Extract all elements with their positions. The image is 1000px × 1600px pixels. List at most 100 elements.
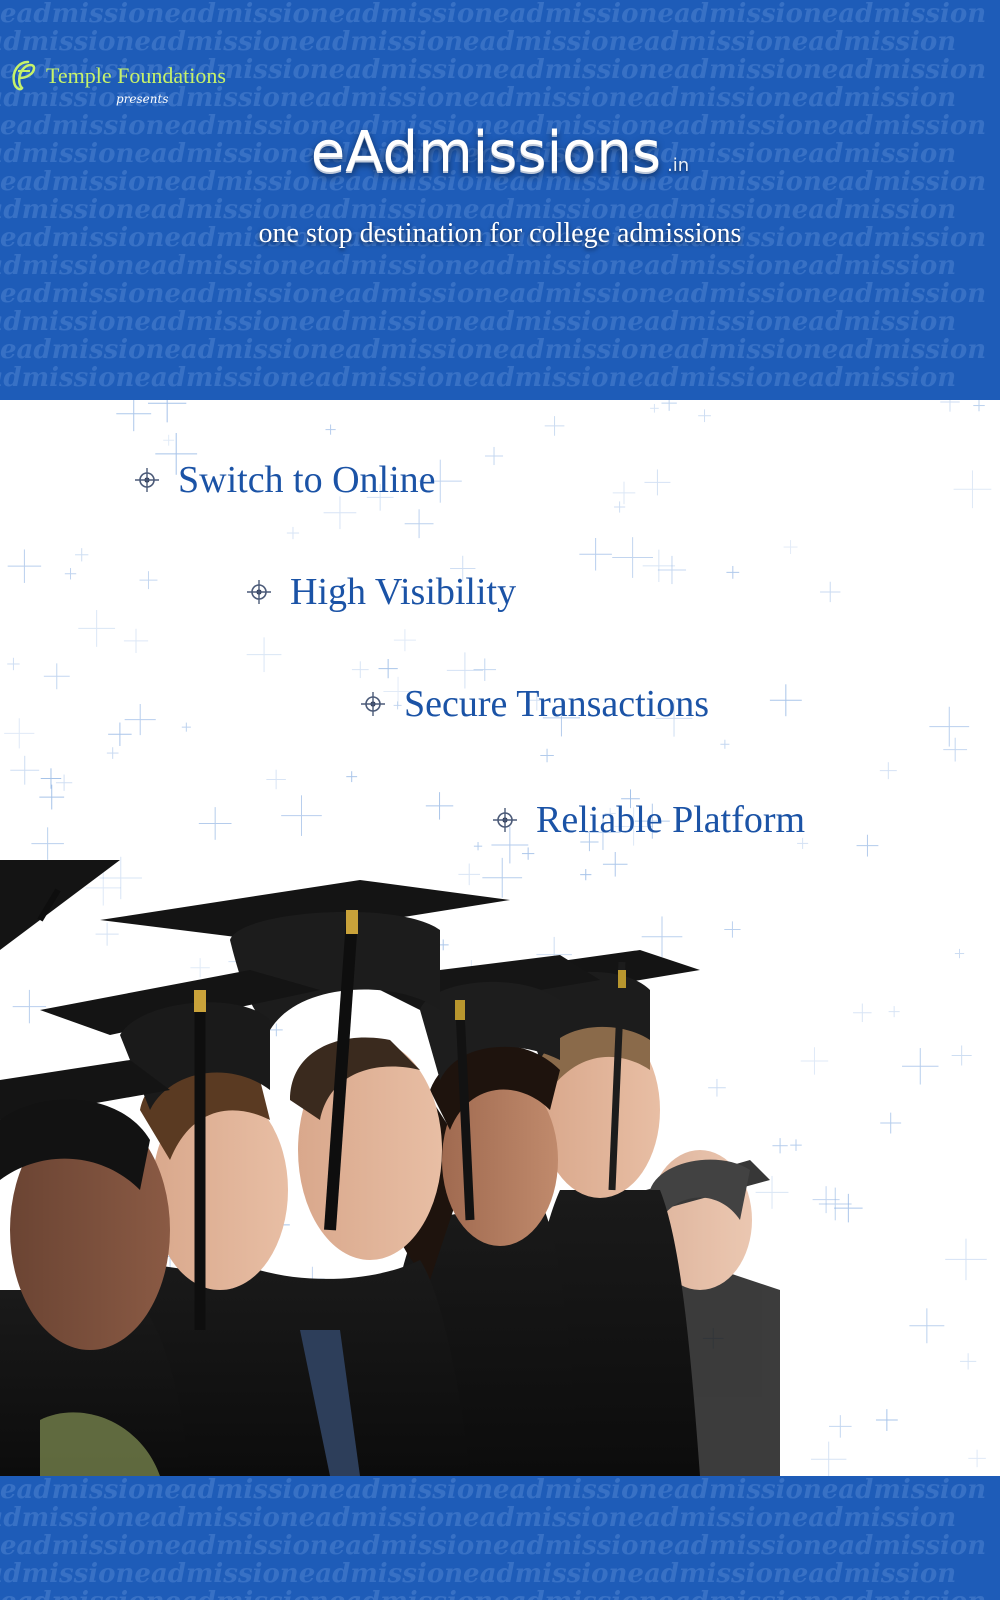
sparkle bbox=[856, 834, 879, 857]
sparkle bbox=[10, 755, 40, 785]
pattern-text: eadmissioneadmissioneadmissioneadmission… bbox=[0, 307, 957, 337]
feature-label: Reliable Platform bbox=[536, 799, 806, 841]
footer-banner: eadmissioneadmissioneadmissioneadmission… bbox=[0, 1476, 1000, 1600]
crosshair-bullet-icon bbox=[361, 692, 385, 716]
sparkle bbox=[31, 827, 64, 860]
sparkle bbox=[7, 657, 20, 671]
sparkle bbox=[124, 704, 156, 736]
header-banner: eadmissioneadmissioneadmissioneadmission… bbox=[0, 0, 1000, 400]
sparkle bbox=[378, 659, 398, 679]
sparkle bbox=[657, 555, 687, 585]
feature-item-high-visibility: High Visibility bbox=[246, 570, 516, 614]
sparkle bbox=[75, 548, 89, 562]
sparkle bbox=[818, 1187, 852, 1221]
sparkle bbox=[540, 748, 554, 763]
sparkle bbox=[820, 581, 841, 603]
sparkle bbox=[181, 722, 191, 732]
sparkle bbox=[64, 568, 77, 580]
sparkle bbox=[875, 1409, 898, 1431]
pattern-text: eadmissioneadmissioneadmissioneadmission… bbox=[0, 335, 987, 365]
sparkle bbox=[902, 1048, 939, 1085]
footer-pattern: eadmissioneadmissioneadmissioneadmission… bbox=[0, 1476, 1000, 1600]
pattern-text: eadmissioneadmissioneadmissioneadmission… bbox=[0, 1531, 987, 1561]
sparkle bbox=[78, 610, 116, 647]
sparkle bbox=[579, 537, 612, 571]
presents-text: presents bbox=[116, 92, 169, 106]
pattern-text: eadmissioneadmissioneadmissioneadmission… bbox=[0, 251, 957, 281]
brand-tld: .in bbox=[667, 155, 690, 176]
feature-label: High Visibility bbox=[290, 571, 517, 613]
feature-label: Switch to Online bbox=[178, 459, 436, 501]
crosshair-bullet-icon bbox=[247, 580, 271, 604]
sparkle bbox=[954, 948, 965, 959]
feature-item-secure-transactions: Secure Transactions bbox=[360, 682, 709, 726]
sparkle bbox=[853, 1003, 872, 1023]
sparkle bbox=[404, 509, 434, 539]
sparkle bbox=[783, 540, 798, 554]
sparkle bbox=[726, 565, 740, 579]
sparkle bbox=[879, 762, 897, 780]
sparkle bbox=[393, 629, 416, 652]
sparkle bbox=[198, 807, 232, 840]
feature-item-reliable-platform: Reliable Platform bbox=[492, 798, 805, 842]
sparkle bbox=[246, 637, 282, 673]
sparkle bbox=[521, 847, 535, 860]
pattern-text: eadmissioneadmissioneadmissioneadmission… bbox=[0, 1503, 957, 1533]
crosshair-bullet-icon bbox=[135, 468, 159, 492]
pattern-text: eadmissioneadmissioneadmissioneadmission… bbox=[0, 279, 987, 309]
sparkle bbox=[55, 774, 73, 791]
sparkle bbox=[698, 409, 711, 423]
sparkle bbox=[968, 1449, 986, 1468]
sparkle bbox=[642, 549, 676, 583]
temple-foundations-logo[interactable]: Temple Foundations bbox=[8, 58, 226, 94]
sparkle bbox=[940, 400, 960, 412]
sparkle bbox=[7, 549, 42, 583]
sparkle bbox=[650, 403, 659, 413]
graduates-photo bbox=[0, 860, 780, 1476]
sparkle bbox=[811, 1441, 847, 1476]
logo-text: Temple Foundations bbox=[46, 63, 226, 88]
sparkle bbox=[769, 684, 802, 717]
sparkle bbox=[612, 481, 636, 505]
sparkle bbox=[473, 658, 497, 681]
sparkle bbox=[544, 416, 565, 436]
sparkle bbox=[123, 628, 149, 653]
sparkle bbox=[644, 469, 671, 496]
sparkle bbox=[116, 400, 152, 432]
sparkle bbox=[106, 747, 119, 759]
sparkle bbox=[281, 795, 322, 836]
sparkle bbox=[473, 842, 483, 851]
pattern-text: eadmissioneadmissioneadmissioneadmission… bbox=[0, 0, 987, 29]
sparkle bbox=[484, 446, 504, 466]
sparkle bbox=[880, 1112, 902, 1134]
sparkle bbox=[951, 1045, 972, 1066]
features-section: Switch to Online High Visibility Secure … bbox=[0, 400, 1000, 1476]
pattern-text: eadmissioneadmissioneadmissioneadmission… bbox=[0, 363, 957, 393]
brand-title: eAdmissions .in bbox=[0, 120, 1000, 185]
sparkle bbox=[351, 661, 369, 679]
sparkle bbox=[266, 769, 286, 790]
logo-mark-icon bbox=[12, 60, 36, 91]
sparkle bbox=[163, 434, 175, 446]
sparkle bbox=[790, 1139, 802, 1151]
sparkle bbox=[834, 1193, 863, 1223]
sparkle bbox=[800, 1047, 829, 1075]
pattern-text: eadmissioneadmissioneadmissioneadmission… bbox=[0, 1588, 1000, 1600]
sparkle bbox=[139, 571, 158, 590]
sparkle bbox=[973, 400, 985, 412]
pattern-text: eadmissioneadmissioneadmissioneadmission… bbox=[0, 1559, 957, 1589]
feature-item-switch-to-online: Switch to Online bbox=[134, 458, 436, 502]
sparkle bbox=[43, 663, 70, 690]
sparkle bbox=[929, 706, 970, 747]
sparkle bbox=[909, 1308, 945, 1344]
sparkle bbox=[720, 739, 730, 749]
brand-name: eAdmissions bbox=[310, 120, 662, 185]
sparkle bbox=[953, 470, 992, 509]
sparkle bbox=[346, 771, 358, 783]
sparkle bbox=[829, 1415, 852, 1438]
sparkle bbox=[945, 1238, 987, 1281]
sparkle bbox=[960, 1353, 977, 1370]
sparkle bbox=[943, 737, 968, 762]
sparkle bbox=[888, 1006, 900, 1018]
pattern-text: eadmissioneadmissioneadmissioneadmission… bbox=[0, 27, 957, 57]
